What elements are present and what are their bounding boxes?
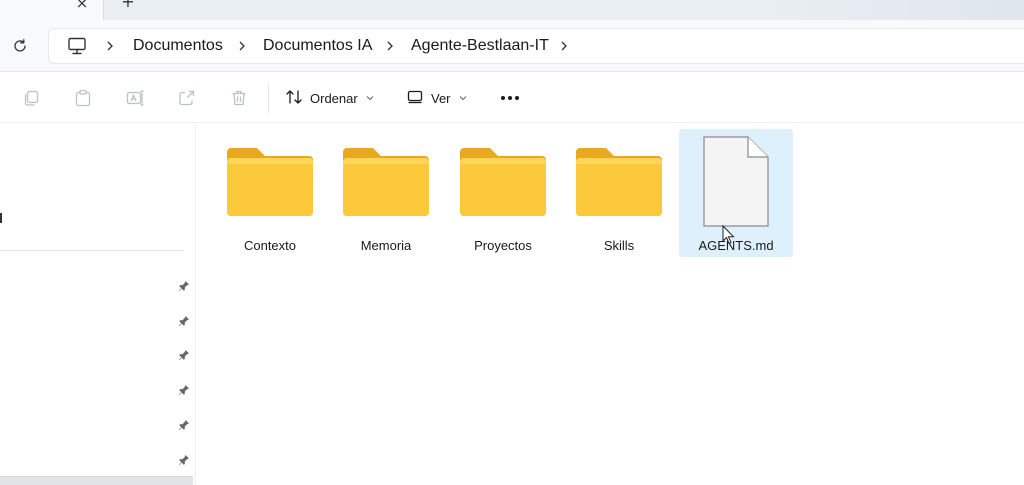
item-name: Memoria (360, 238, 412, 253)
folder-item-memoria[interactable]: Memoria (329, 129, 443, 257)
sort-label: Ordenar (310, 90, 358, 106)
refresh-icon[interactable] (8, 34, 32, 58)
view-icon (406, 88, 424, 109)
sort-icon (285, 88, 303, 109)
pin-icon[interactable] (177, 453, 191, 467)
chevron-right-icon[interactable] (383, 37, 397, 55)
paste-icon[interactable] (73, 88, 93, 108)
mouse-cursor-icon (722, 224, 736, 245)
chevron-down-icon (366, 93, 374, 103)
item-name: Proyectos (474, 238, 532, 253)
selection-indicator (0, 213, 2, 223)
folder-item-contexto[interactable]: Contexto (213, 129, 327, 257)
breadcrumb-documentos-ia[interactable]: Documentos IA (263, 37, 372, 55)
sidebar-divider (0, 250, 184, 251)
folder-icon (329, 141, 443, 223)
chevron-down-icon (459, 93, 467, 103)
pin-icon[interactable] (177, 383, 191, 397)
folder-item-skills[interactable]: Skills (562, 129, 676, 257)
navigation-pane (0, 124, 196, 485)
view-label: Ver (431, 90, 451, 106)
item-name: Contexto (243, 238, 297, 253)
folder-icon (213, 141, 327, 223)
folder-icon (446, 141, 560, 223)
rename-icon[interactable] (125, 88, 145, 108)
folder-icon (562, 141, 676, 223)
plus-icon[interactable]: + (121, 0, 135, 10)
active-tab[interactable]: × (0, 0, 104, 20)
view-button[interactable]: Ver (406, 86, 467, 110)
item-name: Skills (603, 238, 635, 253)
more-options-icon[interactable] (496, 86, 524, 110)
toolbar-divider (268, 83, 269, 113)
address-row: Documentos Documentos IA Agente-Bestlaan… (0, 20, 1024, 72)
copy-icon[interactable] (21, 88, 41, 108)
document-icon (679, 136, 793, 227)
breadcrumb-agente-bestlaan-it[interactable]: Agente-Bestlaan-IT (411, 37, 549, 55)
share-icon[interactable] (177, 88, 197, 108)
tab-strip: × + (0, 0, 1024, 20)
file-item-agents-md[interactable]: AGENTS.md (679, 129, 793, 257)
sort-button[interactable]: Ordenar (285, 86, 374, 110)
pin-icon[interactable] (177, 314, 191, 328)
folder-item-proyectos[interactable]: Proyectos (446, 129, 560, 257)
delete-icon[interactable] (229, 88, 249, 108)
pin-icon[interactable] (177, 418, 191, 432)
this-pc-icon[interactable] (67, 37, 87, 55)
pin-icon[interactable] (177, 279, 191, 293)
chevron-right-icon[interactable] (557, 37, 571, 55)
pin-icon[interactable] (177, 348, 191, 362)
chevron-right-icon[interactable] (235, 37, 249, 55)
title-bar-drag-area (760, 0, 1024, 20)
item-name: AGENTS.md (698, 238, 774, 253)
command-bar: Ordenar Ver (0, 73, 1024, 123)
chevron-right-icon[interactable] (103, 37, 117, 55)
address-bar[interactable]: Documentos Documentos IA Agente-Bestlaan… (48, 28, 1024, 64)
sidebar-scroll-region[interactable] (0, 476, 193, 485)
breadcrumb-documentos[interactable]: Documentos (133, 37, 223, 55)
close-icon[interactable]: × (75, 0, 89, 11)
